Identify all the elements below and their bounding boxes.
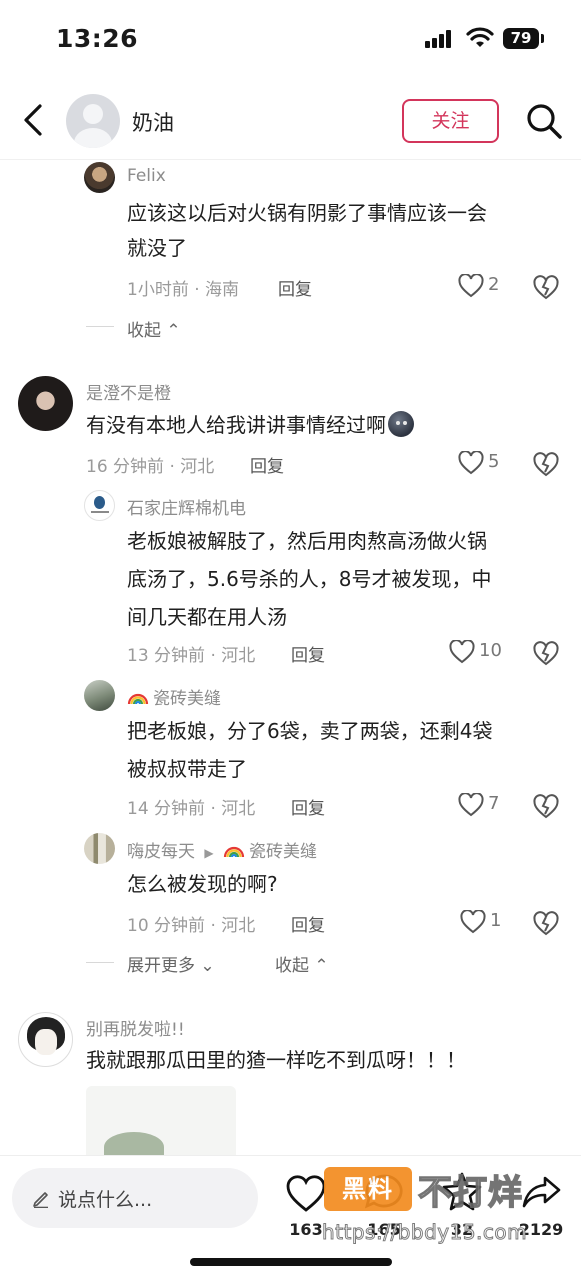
like-count: 10 [479,640,502,661]
status-bar: 13:26 79 [0,0,581,80]
collapse-label: 收起 [127,321,161,341]
reply-button[interactable]: 回复 [291,641,325,666]
chevron-up-icon: ⌃ [166,321,181,341]
wifi-icon [466,27,494,47]
comment-text: 怎么被发现的啊? [127,872,278,896]
avatar[interactable] [18,376,73,431]
chevron-up-icon: ⌃ [314,956,329,976]
fold-divider [86,326,114,327]
comment-user-name[interactable]: 瓷砖美缝 [127,684,221,709]
heart-icon [458,451,484,475]
comment-meta: 1小时前 · 海南 [127,280,240,300]
like-button[interactable]: 1 [460,908,510,936]
comment-text: 底汤了，5.6号杀的人，8号才被发现，中 [127,567,492,591]
status-time: 13:26 [56,24,139,53]
comment-text-content: 有没有本地人给我讲讲事情经过啊 [86,413,386,437]
comment-user-name[interactable]: 石家庄辉棉机电 [127,494,246,519]
comment-user-name-text: 瓷砖美缝 [153,689,221,709]
like-button[interactable]: 7 [458,791,508,819]
watermark-logo: 黑料 [324,1167,412,1211]
like-count: 2 [488,274,500,295]
comment-meta: 10 分钟前 · 河北 [127,916,256,936]
follow-button[interactable]: 关注 [402,99,499,143]
dislike-icon[interactable] [532,273,560,301]
home-indicator [190,1258,392,1266]
comment-text: 把老板娘，分了6袋，卖了两袋，还剩4袋 [127,719,493,743]
reply-button[interactable]: 回复 [291,794,325,819]
search-icon[interactable] [525,102,563,140]
avatar[interactable] [18,1012,73,1067]
like-count: 7 [488,793,500,814]
heart-icon [449,640,475,664]
expand-replies-button[interactable]: 展开更多 ⌄ [127,951,215,976]
comment-user-name[interactable]: 是澄不是橙 [86,379,171,404]
comment-user-name[interactable]: 嗨皮每天 ▶ 瓷砖美缝 [127,837,317,862]
comment-text: 老板娘被解肢了，然后用肉熬高汤做火锅 [127,529,487,553]
watermark-text: 不打烊 [417,1172,523,1214]
comment-user-name[interactable]: 别再脱发啦!! [86,1015,185,1040]
header: 奶油 关注 [0,82,581,160]
heart-icon [460,910,486,934]
comment-text: 间几天都在用人汤 [127,605,287,629]
expand-label: 展开更多 [127,956,195,976]
like-button[interactable]: 10 [449,638,509,666]
sad-emoji-icon [388,411,414,437]
comment-text: 我就跟那瓜田里的猹一样吃不到瓜呀！！！ [86,1048,466,1072]
avatar[interactable] [84,162,115,193]
heart-icon [458,274,484,298]
reply-to-user[interactable]: 瓷砖美缝 [249,842,317,862]
comment-input-placeholder: 说点什么... [58,1189,153,1211]
reply-arrow-icon: ▶ [204,846,214,860]
collapse-label: 收起 [275,956,309,976]
collapse-replies-button[interactable]: 收起 ⌃ [127,316,181,341]
like-button[interactable]: 5 [458,449,508,477]
dislike-icon[interactable] [532,909,560,937]
comment-user-name-text: 嗨皮每天 [127,842,195,862]
back-icon[interactable] [16,100,52,140]
reply-button[interactable]: 回复 [291,911,325,936]
battery-icon: 79 [503,28,539,49]
user-name[interactable]: 奶油 [132,107,174,137]
avatar[interactable] [84,833,115,864]
pencil-icon [33,1192,48,1208]
comment-text: 就没了 [127,236,187,260]
dislike-icon[interactable] [532,450,560,478]
battery-cap [541,34,544,43]
watermark-url: https://bbdy15.com [321,1220,528,1245]
dislike-icon[interactable] [532,639,560,667]
cellular-signal-icon [425,30,455,48]
avatar[interactable] [66,94,120,148]
chevron-down-icon: ⌄ [200,956,215,976]
rainbow-icon [223,846,245,858]
reply-button[interactable]: 回复 [278,275,312,300]
comment-text: 有没有本地人给我讲讲事情经过啊 [86,407,414,444]
like-count: 1 [490,910,502,931]
comment-meta: 16 分钟前 · 河北 [86,457,215,477]
heart-icon [458,793,484,817]
comment-text: 被叔叔带走了 [127,757,247,781]
comment-list: Felix 应该这以后对火锅有阴影了事情应该一会 就没了 1小时前 · 海南 回… [0,160,581,1155]
comment-meta: 14 分钟前 · 河北 [127,799,256,819]
collapse-replies-button[interactable]: 收起 ⌃ [275,951,329,976]
fold-divider [86,962,114,963]
comment-user-name[interactable]: Felix [127,166,166,186]
like-button[interactable]: 2 [458,272,508,300]
reply-button[interactable]: 回复 [250,452,284,477]
comment-image[interactable] [86,1086,236,1155]
dislike-icon[interactable] [532,792,560,820]
avatar[interactable] [84,490,115,521]
like-count: 5 [488,451,500,472]
rainbow-icon [127,693,149,705]
comment-meta: 13 分钟前 · 河北 [127,646,256,666]
comment-text: 应该这以后对火锅有阴影了事情应该一会 [127,201,487,225]
comment-input[interactable]: 说点什么... [12,1168,258,1228]
avatar[interactable] [84,680,115,711]
